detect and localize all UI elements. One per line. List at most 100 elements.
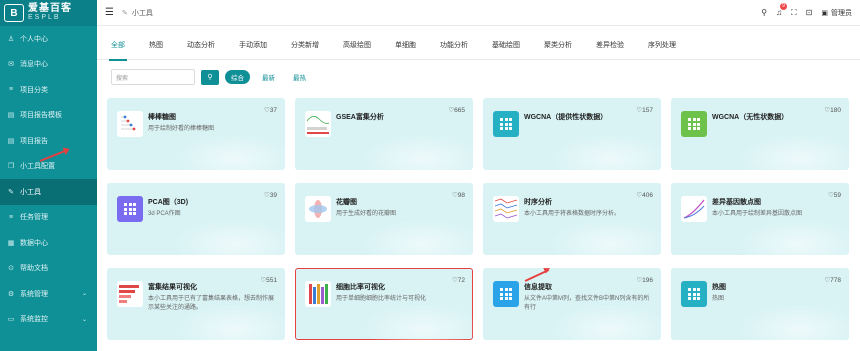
sort-option[interactable]: 最新: [256, 70, 281, 84]
tool-card[interactable]: 差异基因散点图本小工具用于绘制差异基因散点图 ♡59: [671, 183, 849, 255]
sort-option[interactable]: 最热: [287, 70, 312, 84]
tool-card-title: GSEA富集分析: [336, 114, 384, 121]
tool-card[interactable]: 花瓣图 用于生成好看的花瓣图 ♡98: [295, 183, 473, 255]
sidebar-item[interactable]: ✉ 消息中心: [0, 52, 97, 78]
category-tab[interactable]: 热图: [149, 40, 163, 60]
tool-card[interactable]: 棒棒糖图用于绘制好看的棒棒糖图 ♡37: [107, 98, 285, 170]
notification-badge: 9: [780, 3, 787, 10]
lock-icon[interactable]: ⊡: [806, 8, 813, 17]
category-tab[interactable]: 功能分析: [440, 40, 468, 60]
tool-card[interactable]: 细胞比率可视化用于单细胞细胞比率统计与可视化 ♡72: [295, 268, 473, 340]
fullscreen-icon[interactable]: ⛶: [791, 8, 797, 18]
tool-card-description: 3d PCA作图: [148, 211, 181, 217]
user-name: 管理员: [831, 9, 852, 17]
sidebar-nav: ♙ 个人中心 ✉ 消息中心 ≡ 项目分类 ▤ 项目报告模板 ▤ 项目报告 ❐ 小工具配置 ✎ 小工具 ≡ 任务…: [0, 26, 97, 332]
sidebar-item-label: 数据中心: [20, 239, 48, 247]
lollipop-thumbnail-icon: [117, 111, 143, 137]
tool-card-description: 用于生成好看的花瓣图: [336, 211, 397, 217]
sidebar-item[interactable]: ≡ 任务管理: [0, 205, 97, 231]
like-count[interactable]: ♡98: [452, 191, 465, 199]
sidebar-item-label: 项目分类: [20, 86, 48, 94]
enrich-thumbnail-icon: [117, 281, 143, 307]
tool-card-description: 用于绘制好看的棒棒糖图: [148, 126, 215, 132]
like-count[interactable]: ♡59: [828, 191, 841, 199]
sidebar-item-label: 项目报告: [20, 137, 48, 145]
bell-icon[interactable]: ♫ 9: [776, 3, 787, 17]
tool-grid-icon: [493, 281, 519, 307]
tool-card[interactable]: PCA图（3D) 3d PCA作图 ♡39: [107, 183, 285, 255]
like-count[interactable]: ♡72: [452, 276, 465, 284]
tool-card-description: 用于单细胞细胞比率统计与可视化: [336, 296, 427, 302]
tool-card[interactable]: GSEA富集分析 ♡665: [295, 98, 473, 170]
category-tab[interactable]: 高级绘图: [343, 40, 371, 60]
tool-card-title: WGCNA（提供性状数据）: [524, 114, 608, 121]
list-icon: ≡: [8, 86, 14, 94]
logo[interactable]: B 爱基百客 ESPLB: [0, 0, 97, 26]
tool-card-title: 差异基因散点图: [712, 199, 761, 206]
database-icon: ▦: [7, 239, 15, 247]
search-icon[interactable]: ⚲: [761, 8, 767, 17]
sidebar-item[interactable]: ⚙ 系统管理 ⌄: [0, 281, 97, 307]
book-icon: ❐: [7, 163, 15, 171]
chevron-down-icon: ⌄: [81, 316, 87, 323]
category-tab[interactable]: 手动添加: [239, 40, 267, 60]
category-tab[interactable]: 聚类分析: [544, 40, 572, 60]
tool-card-description: 从文件A中第M列，查找文件B中第N列含有的所有行: [524, 296, 650, 311]
category-tab[interactable]: 差异检验: [596, 40, 624, 60]
tool-icon: ✎: [8, 188, 14, 196]
category-tab[interactable]: 序列处理: [648, 40, 676, 60]
category-tab[interactable]: 全部: [109, 40, 127, 61]
like-count[interactable]: ♡778: [824, 276, 841, 284]
sidebar-item-label: 小工具配置: [20, 163, 55, 171]
like-count[interactable]: ♡406: [636, 191, 653, 199]
tool-card-description: 热图: [712, 296, 725, 302]
app-root: B 爱基百客 ESPLB ♙ 个人中心 ✉ 消息中心 ≡ 项目分类 ▤ 项目报告模板 ▤ 项目报告…: [0, 0, 860, 351]
sidebar-item-label: 小工具: [20, 188, 41, 196]
like-count[interactable]: ♡180: [824, 106, 841, 114]
tool-card[interactable]: 信息提取 从文件A中第M列，查找文件B中第N列含有的所有行 ♡196: [483, 268, 661, 340]
tool-card-title: WGCNA（无性状数据）: [712, 114, 789, 121]
sidebar-item-label: 项目报告模板: [20, 112, 62, 120]
tool-card[interactable]: 时序分析 本小工具用于将表格数据时序分析。 ♡406: [483, 183, 661, 255]
sidebar-item[interactable]: ▭ 系统监控 ⌄: [0, 307, 97, 333]
category-tab[interactable]: 基础绘图: [492, 40, 520, 60]
logo-subtitle: ESPLB: [28, 14, 61, 21]
sidebar-item[interactable]: ⊙ 帮助文档: [0, 256, 97, 282]
category-tabs: 全部 热图 动态分析 手动添加 分类新增 高级绘图 单细胞 功能分析 基础绘图 聚类分析 差异检验 序…: [97, 26, 860, 61]
sidebar-item[interactable]: ▤ 项目报告模板: [0, 103, 97, 129]
tool-card-description: 本小工具用于绘制差异基因散点图: [712, 211, 803, 217]
like-count[interactable]: ♡196: [636, 276, 653, 284]
sidebar-item[interactable]: ✎ 小工具: [0, 179, 97, 205]
tool-card-title: PCA图（3D): [148, 199, 189, 206]
sidebar-item[interactable]: ▤ 项目报告: [0, 128, 97, 154]
search-button[interactable]: ⚲: [201, 69, 219, 85]
tool-card-title: 棒棒糖图: [148, 114, 176, 121]
main-content: 全部 热图 动态分析 手动添加 分类新增 高级绘图 单细胞 功能分析 基础绘图 聚类分析 差异检验序…: [97, 26, 860, 351]
tool-card[interactable]: WGCNA（提供性状数据） ♡157: [483, 98, 661, 170]
tool-card[interactable]: WGCNA（无性状数据） ♡180: [671, 98, 849, 170]
like-count[interactable]: ♡551: [260, 276, 277, 284]
tool-grid-icon: [681, 111, 707, 137]
sidebar-item[interactable]: ▦ 数据中心: [0, 230, 97, 256]
tool-card[interactable]: 热图 热图 ♡778: [671, 268, 849, 340]
tool-card-title: 细胞比率可视化: [336, 284, 385, 291]
category-tab[interactable]: 动态分析: [187, 40, 215, 60]
user-menu[interactable]: ▣ 管理员: [821, 8, 852, 18]
like-count[interactable]: ♡157: [636, 106, 653, 114]
menu-toggle-icon[interactable]: ☰: [105, 7, 114, 18]
sort-option[interactable]: 综合: [225, 70, 250, 84]
like-count[interactable]: ♡37: [264, 106, 277, 114]
tool-card-title: 热图: [712, 284, 726, 291]
like-count[interactable]: ♡665: [448, 106, 465, 114]
tool-card-title: 时序分析: [524, 199, 552, 206]
breadcrumb[interactable]: 小工具: [132, 8, 153, 18]
search-input[interactable]: 搜索: [111, 69, 195, 85]
help-icon: ⊙: [8, 265, 14, 273]
tool-card[interactable]: 富集结果可视化 本小工具用于已有了富集结果表格，想去制作展示某些关注的通路。 ♡55…: [107, 268, 285, 340]
category-tab[interactable]: 分类新增: [291, 40, 319, 60]
search-icon: ⚲: [207, 74, 213, 81]
sidebar-item[interactable]: ≡ 项目分类: [0, 77, 97, 103]
sidebar-item[interactable]: ♙ 个人中心: [0, 26, 97, 52]
category-tab[interactable]: 单细胞: [395, 40, 416, 60]
like-count[interactable]: ♡39: [264, 191, 277, 199]
